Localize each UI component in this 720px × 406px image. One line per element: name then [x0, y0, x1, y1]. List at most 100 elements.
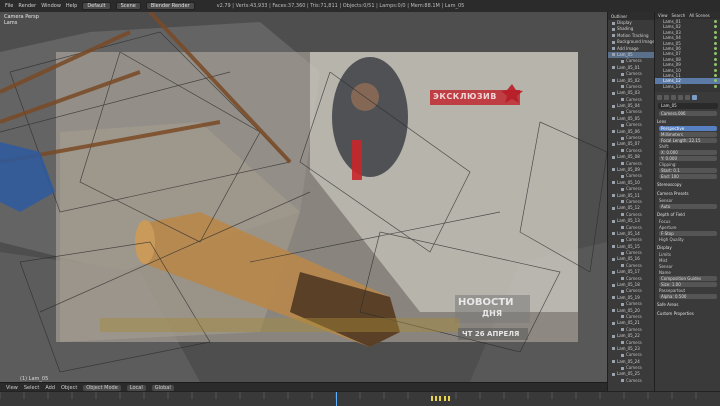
limits-checkbox[interactable]: Limits: [659, 252, 717, 257]
camera-icon: [621, 289, 624, 293]
menu-file[interactable]: File: [5, 3, 13, 9]
render-tab-icon[interactable]: [657, 95, 662, 100]
outliner-tab-search[interactable]: Search: [672, 13, 686, 18]
high-quality-checkbox[interactable]: High Quality: [659, 237, 717, 242]
outliner-tab-all-scenes[interactable]: All Scenes: [689, 13, 710, 18]
safe-areas-section[interactable]: Safe Areas: [657, 302, 719, 308]
list-item-label: Camera: [626, 96, 642, 102]
render-engine-dropdown[interactable]: Blender Render: [145, 2, 195, 10]
list-item-label: Camera: [626, 160, 642, 166]
sensor-display-checkbox[interactable]: Sensor: [659, 264, 717, 269]
object-name: Lams_06: [663, 45, 681, 51]
visibility-eye-icon[interactable]: [714, 63, 717, 67]
lens-unit-dropdown[interactable]: Millimeters: [659, 132, 717, 137]
object-icon: [612, 21, 615, 25]
camera-presets-section[interactable]: Camera Presets: [657, 191, 719, 197]
visibility-eye-icon[interactable]: [714, 52, 717, 56]
keyframe-marker[interactable]: [443, 396, 446, 401]
news-logo-line2: ДНЯ: [482, 309, 502, 318]
object-name: Lams_10: [663, 67, 681, 73]
camera-datablock-field[interactable]: Camera.006: [659, 111, 717, 116]
world-tab-icon[interactable]: [671, 95, 676, 100]
datablock-name-field[interactable]: Lam_05: [658, 103, 718, 109]
visibility-eye-icon[interactable]: [714, 41, 717, 45]
visibility-eye-icon[interactable]: [714, 73, 717, 77]
menu-add[interactable]: Add: [45, 385, 55, 391]
custom-properties-section[interactable]: Custom Properties: [657, 311, 719, 317]
list-item-label: Camera: [626, 339, 642, 345]
screen-layout-dropdown[interactable]: Default: [82, 2, 111, 10]
visibility-eye-icon[interactable]: [714, 79, 717, 83]
keyframe-marker[interactable]: [447, 396, 450, 401]
camera-icon: [621, 302, 624, 306]
keyframe-marker[interactable]: [430, 396, 433, 401]
menu-view[interactable]: View: [6, 385, 18, 391]
n-panel-header: Outliner: [608, 12, 655, 20]
shift-y-field[interactable]: Y: 0.000: [659, 156, 717, 161]
list-item-label: Camera: [626, 109, 642, 115]
pivot-dropdown[interactable]: Local: [126, 384, 146, 391]
object-name: Lams_09: [663, 62, 681, 68]
orientation-dropdown[interactable]: Global: [151, 384, 174, 391]
visibility-eye-icon[interactable]: [714, 84, 717, 88]
list-item-label: Camera: [626, 288, 642, 294]
stereoscopy-section[interactable]: Stereoscopy: [657, 182, 719, 188]
camera-icon: [621, 187, 624, 191]
display-section[interactable]: Display: [657, 245, 719, 251]
scene-tab-icon[interactable]: [664, 95, 669, 100]
visibility-eye-icon[interactable]: [714, 20, 717, 23]
sensor-fit-dropdown[interactable]: Auto: [659, 204, 717, 209]
focal-length-field[interactable]: Focal Length: 22.15: [659, 138, 717, 143]
keyframe-marker[interactable]: [439, 396, 442, 401]
timeline[interactable]: [0, 391, 720, 406]
list-item-label: Display: [617, 20, 632, 25]
list-item-label: Lam_05_07: [617, 141, 640, 147]
clip-end-field[interactable]: End: 100: [659, 174, 717, 179]
passepartout-checkbox[interactable]: Passepartout: [659, 288, 717, 293]
object-tab-icon[interactable]: [678, 95, 683, 100]
camera-icon: [621, 85, 624, 89]
menu-window[interactable]: Window: [41, 3, 61, 9]
object-name: Lams_02: [663, 24, 681, 30]
visibility-eye-icon[interactable]: [714, 57, 717, 61]
current-frame-cursor[interactable]: [336, 392, 338, 406]
visibility-eye-icon[interactable]: [714, 68, 717, 72]
list-item-label: Camera: [626, 275, 642, 281]
depth-of-field-section[interactable]: Depth of Field: [657, 212, 719, 218]
menu-render[interactable]: Render: [18, 3, 36, 9]
visibility-eye-icon[interactable]: [714, 46, 717, 50]
visibility-eye-icon[interactable]: [714, 30, 717, 34]
clip-start-field[interactable]: Start: 0.1: [659, 168, 717, 173]
shift-x-field[interactable]: X: 0.000: [659, 150, 717, 155]
visibility-eye-icon[interactable]: [714, 36, 717, 40]
outliner-object-row[interactable]: Lams_13: [655, 84, 720, 89]
menu-object[interactable]: Object: [61, 385, 77, 391]
right-editor-column: View Search All Scenes Lams_01 Lams_02 Lam…: [654, 12, 720, 391]
object-icon: [612, 296, 615, 300]
list-item-label: Lam_05_25: [617, 371, 640, 377]
lens-type-dropdown[interactable]: Perspective: [659, 126, 717, 131]
object-name: Lams_04: [663, 35, 681, 41]
constraints-tab-icon[interactable]: [685, 95, 690, 100]
keyframe-marker[interactable]: [434, 396, 437, 401]
3d-viewport[interactable]: Camera Persp Lams ЭКСКЛЮЗИВ НОВОСТИ ДНЯ …: [0, 12, 607, 382]
object-icon: [612, 232, 615, 236]
list-item-label: Lam_05_10: [617, 179, 640, 185]
scene-dropdown[interactable]: Scene: [115, 2, 141, 10]
passepartout-alpha-field[interactable]: Alpha: 0.500: [659, 294, 717, 299]
composition-guides-dropdown[interactable]: Composition Guides: [659, 276, 717, 281]
object-icon: [612, 283, 615, 287]
visibility-eye-icon[interactable]: [714, 25, 717, 29]
camera-data-tab-icon[interactable]: [692, 95, 697, 100]
lens-section[interactable]: Lens: [657, 119, 719, 125]
camera-list-item[interactable]: Camera: [608, 378, 655, 384]
object-name: Lams_05: [663, 40, 681, 46]
menu-help[interactable]: Help: [66, 3, 77, 9]
outliner-tab-view[interactable]: View: [658, 13, 668, 18]
fstop-field[interactable]: F-Stop: [659, 231, 717, 236]
display-size-field[interactable]: Size: 1.00: [659, 282, 717, 287]
name-display-checkbox[interactable]: Name: [659, 270, 717, 275]
mist-checkbox[interactable]: Mist: [659, 258, 717, 263]
mode-dropdown[interactable]: Object Mode: [83, 384, 121, 391]
menu-select[interactable]: Select: [24, 385, 39, 391]
